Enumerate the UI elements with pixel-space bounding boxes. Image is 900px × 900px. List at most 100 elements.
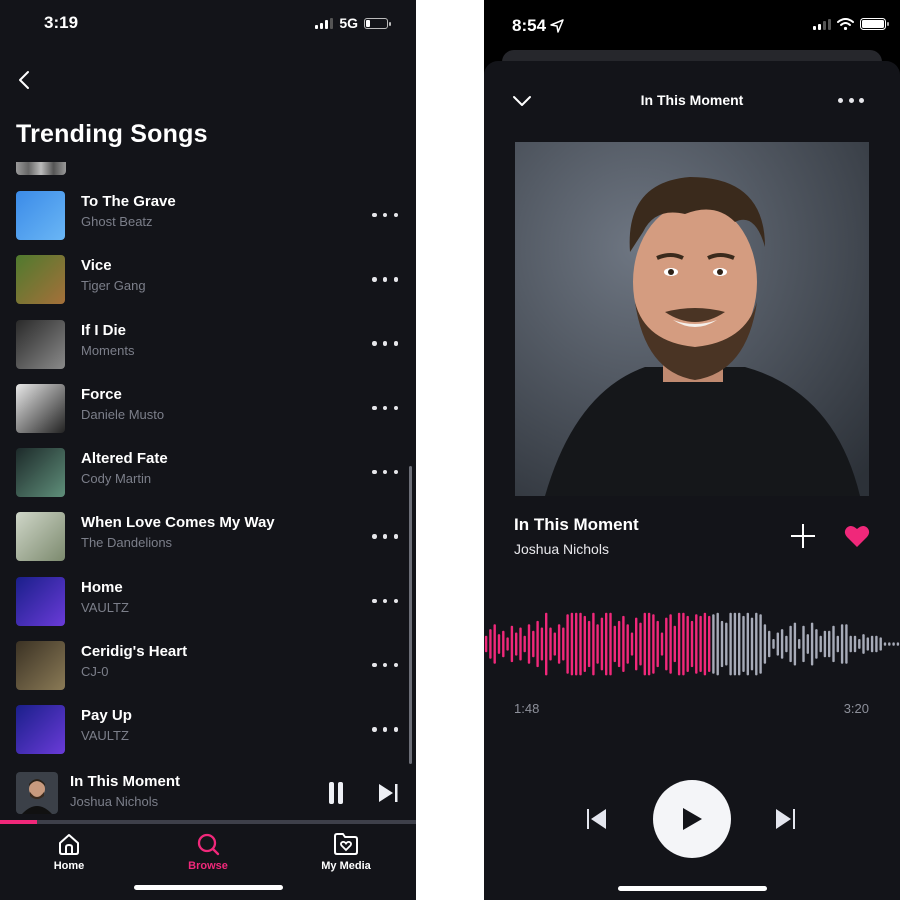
more-options-button[interactable] [372, 206, 398, 224]
waveform-bar [549, 627, 552, 661]
waveform-bar [750, 617, 754, 671]
more-options-button[interactable] [372, 656, 398, 674]
waveform-bar [703, 612, 707, 676]
waveform-bar [596, 624, 599, 664]
song-title: Ceridig's Heart [81, 643, 188, 661]
waveform-bar [870, 635, 874, 653]
waveform-bar [742, 615, 745, 672]
mini-player[interactable]: In This Moment Joshua Nichols [0, 766, 416, 821]
song-artist: Cody Martin [81, 471, 152, 487]
skip-next-icon [776, 809, 795, 829]
more-options-button[interactable] [372, 463, 398, 481]
song-list-item[interactable]: If I Die Moments [0, 317, 416, 381]
more-options-button[interactable] [372, 527, 398, 545]
home-indicator[interactable] [618, 886, 767, 891]
status-time: 3:19 [44, 13, 79, 32]
song-list-item[interactable]: Vice Tiger Gang [0, 252, 416, 316]
song-list-item[interactable]: Force Daniele Musto [0, 381, 416, 445]
song-artist: Tiger Gang [81, 278, 146, 294]
waveform-bar [853, 635, 857, 653]
waveform-bar [755, 612, 758, 676]
song-artist: CJ-0 [81, 664, 109, 680]
back-button[interactable] [14, 68, 34, 92]
heart-icon [844, 525, 870, 547]
waveform-bar [652, 614, 655, 674]
skip-next-button[interactable] [773, 807, 797, 831]
tab-my-media[interactable]: My Media [296, 832, 396, 872]
waveform-bar [562, 627, 565, 661]
song-artist: The Dandelions [81, 535, 173, 551]
song-title: When Love Comes My Way [81, 514, 275, 532]
waveform-bar [523, 635, 526, 653]
waveform-bar [639, 622, 642, 666]
album-art [16, 162, 66, 175]
waveform-bar [630, 632, 634, 656]
waveform-bar [502, 630, 505, 658]
waveform-bar [793, 622, 797, 666]
album-art [16, 705, 65, 755]
waveform-bar [819, 635, 822, 653]
more-options-button[interactable] [372, 270, 398, 288]
waveform-scrubber[interactable] [484, 609, 900, 699]
waveform-bar [858, 639, 861, 649]
skip-next-button[interactable] [376, 782, 400, 804]
waveform-bar [810, 622, 814, 666]
mini-player-artist: Joshua Nichols [70, 794, 159, 809]
pause-button[interactable] [327, 781, 345, 805]
home-icon [59, 834, 79, 855]
trending-songs-screen: 3:19 5G Trending Songs To The Grave Ghos… [0, 0, 416, 900]
waveform-bar [609, 612, 612, 676]
like-button[interactable] [844, 524, 870, 548]
song-list-item[interactable]: Home VAULTZ [0, 574, 416, 638]
album-art [16, 255, 65, 305]
add-to-playlist-button[interactable] [790, 523, 816, 549]
home-indicator[interactable] [134, 885, 283, 890]
waveform-bar [772, 639, 775, 649]
waveform-bar [617, 620, 621, 668]
tab-browse-label: Browse [188, 860, 228, 872]
song-title: Force [81, 385, 122, 403]
total-time: 3:20 [843, 701, 869, 716]
more-options-button[interactable] [372, 399, 398, 417]
more-options-button[interactable] [372, 335, 398, 353]
tab-browse[interactable]: Browse [158, 832, 258, 872]
song-list-item[interactable]: Ceridig's Heart CJ-0 [0, 638, 416, 702]
album-art [16, 319, 65, 369]
skip-next-icon [379, 784, 398, 802]
more-options-button[interactable] [372, 720, 398, 738]
waveform-bar [677, 612, 681, 676]
song-list-item[interactable]: To The Grave Ghost Beatz [0, 188, 416, 252]
battery-icon [364, 17, 391, 29]
waveform-bar [823, 630, 827, 658]
waveform-bar [763, 624, 767, 664]
waveform-bar [828, 630, 831, 658]
skip-previous-button[interactable] [585, 807, 609, 831]
scrollbar[interactable] [409, 466, 412, 764]
waveform-bar [532, 630, 535, 658]
now-playing-screen: 8:54 In This Moment In This Moment Joshu… [484, 0, 900, 900]
now-playing-title: In This Moment [514, 515, 639, 534]
pause-icon [329, 782, 343, 804]
tab-home[interactable]: Home [19, 832, 119, 872]
song-list-item[interactable]: Pay Up VAULTZ [0, 702, 416, 766]
song-title: Pay Up [81, 707, 132, 725]
more-options-button[interactable] [372, 592, 398, 610]
waveform-bar [725, 622, 728, 666]
waveform-bar [605, 612, 608, 676]
waveform-bar [690, 620, 694, 668]
song-title: Vice [81, 257, 112, 275]
waveform-bar [888, 642, 891, 646]
waveform-bar [686, 615, 689, 672]
waveform-bar [716, 612, 719, 676]
waveform-bar [656, 620, 659, 668]
more-options-button[interactable] [838, 98, 864, 103]
play-button[interactable] [653, 780, 731, 858]
waveform-bar [712, 614, 715, 674]
song-list-item[interactable]: Altered Fate Cody Martin [0, 445, 416, 509]
elapsed-time: 1:48 [514, 701, 540, 716]
waveform-bar [776, 632, 779, 656]
now-playing-artist[interactable]: Joshua Nichols [514, 541, 609, 557]
tab-my-media-label: My Media [321, 860, 371, 872]
song-list-item[interactable]: When Love Comes My Way The Dandelions [0, 509, 416, 573]
song-artist: Ghost Beatz [81, 214, 153, 229]
